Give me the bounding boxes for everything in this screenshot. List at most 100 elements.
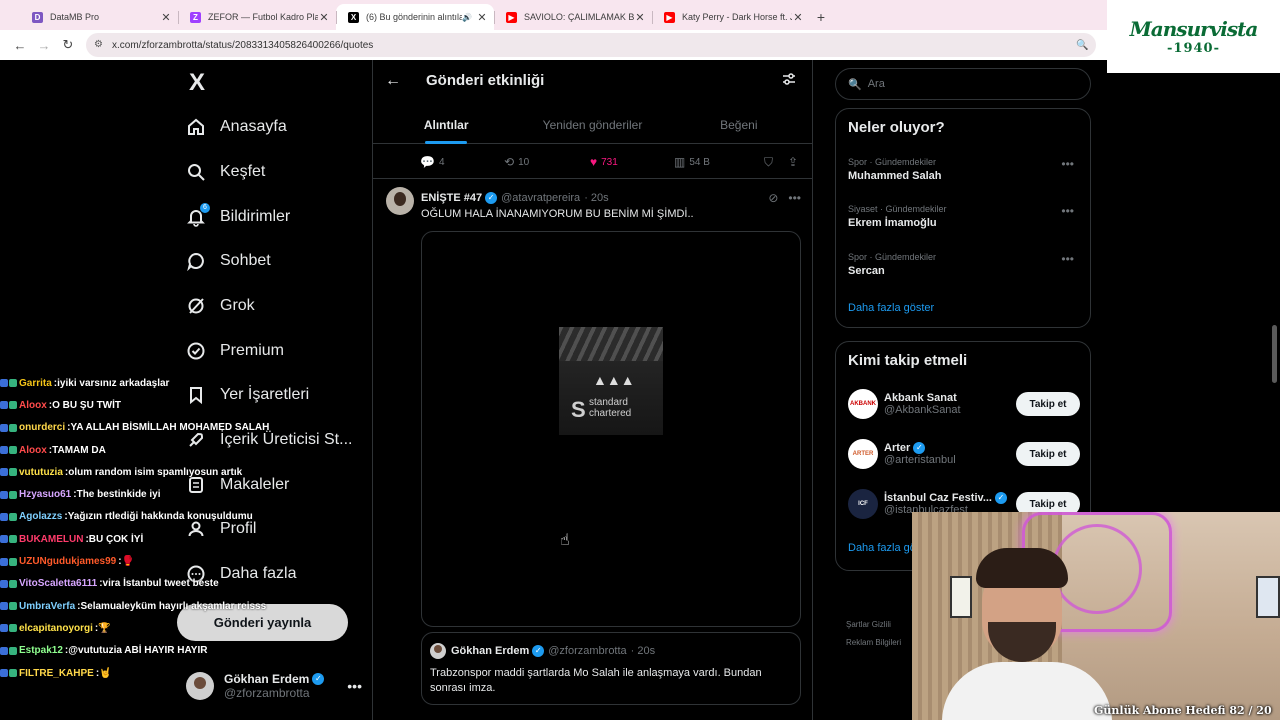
- chat-username: UmbraVerfa: [19, 600, 76, 612]
- verified-icon: ✓: [913, 442, 926, 454]
- show-more-link[interactable]: Daha fazla gö: [848, 542, 916, 554]
- repost-action[interactable]: ⟲ 10: [504, 155, 590, 169]
- nav-item-notifications[interactable]: 6 Bildirimler: [186, 202, 290, 232]
- post-author-handle[interactable]: @atavratpereira: [501, 192, 580, 204]
- follow-suggestion[interactable]: AKBANK Akbank Sanat @AkbankSanat Takip e…: [848, 384, 1080, 424]
- reply-action[interactable]: 💬 4: [420, 155, 504, 169]
- bookmark-action[interactable]: ⛉: [764, 155, 788, 170]
- close-tab-icon[interactable]: ✕: [160, 11, 172, 24]
- like-action[interactable]: ♥ 731: [590, 155, 674, 169]
- forward-arrow-icon[interactable]: →: [32, 33, 56, 57]
- tab-likes[interactable]: Beğeni: [666, 106, 812, 144]
- avatar: AKBANK: [848, 389, 878, 419]
- divider: [373, 178, 812, 179]
- chat-text: YA ALLAH BİSMİLLAH MOHAMED SALAH: [70, 422, 270, 434]
- quoted-post[interactable]: Gökhan Erdem ✓ @zforzambrotta · 20s Trab…: [421, 632, 801, 705]
- badge-icon: [0, 446, 8, 455]
- more-dots-icon[interactable]: •••: [1061, 204, 1074, 218]
- badge-icon: [9, 557, 17, 566]
- tab-quotes[interactable]: Alıntılar: [373, 106, 519, 144]
- back-arrow-icon[interactable]: ←: [8, 33, 32, 57]
- more-dots-icon[interactable]: •••: [1061, 157, 1074, 171]
- chat-username: onurderci: [19, 422, 66, 434]
- avatar: [430, 643, 446, 659]
- close-tab-icon[interactable]: ✕: [318, 11, 330, 24]
- post-time: · 20s: [584, 192, 609, 204]
- more-dots-icon[interactable]: •••: [347, 678, 362, 694]
- avatar[interactable]: [386, 187, 414, 215]
- post-author-name[interactable]: ENİŞTE #47: [421, 192, 482, 204]
- nav-item-explore[interactable]: Keşfet: [186, 157, 265, 187]
- webcam-overlay: Günlük Abone Hedefi 82 / 20: [912, 512, 1280, 720]
- browser-tab-youtube-katy[interactable]: ▶ Katy Perry - Dark Horse ft. Juicy ✕: [652, 4, 810, 30]
- nav-item-chat[interactable]: Sohbet: [186, 246, 271, 276]
- nav-item-grok[interactable]: Grok: [186, 291, 255, 321]
- footer-link[interactable]: Şartlar Gizlili: [846, 616, 901, 634]
- chat-badge-icon: [0, 468, 17, 477]
- zefor-favicon-icon: Z: [190, 11, 201, 23]
- suggestion-name-row: Arter ✓: [884, 442, 956, 454]
- scrollbar-thumb[interactable]: [1272, 325, 1277, 383]
- verified-icon: ✓: [532, 645, 545, 657]
- share-action[interactable]: ⇪: [788, 155, 798, 169]
- x-logo-icon[interactable]: X: [184, 69, 210, 96]
- wall-frame: [1256, 576, 1280, 618]
- footer-link[interactable]: Reklam Bilgileri: [846, 634, 901, 652]
- like-count: 731: [601, 156, 618, 168]
- column-divider: [812, 60, 813, 720]
- chat-text: BU ÇOK İYİ: [88, 533, 144, 545]
- adidas-logo-icon: ▲▲▲: [593, 372, 635, 388]
- badge-icon: [9, 535, 17, 544]
- close-tab-icon[interactable]: ✕: [476, 11, 488, 24]
- chat-message: Garrita: iyiki varsınız arkadaşlar: [0, 372, 240, 394]
- reload-icon[interactable]: ↻: [56, 33, 80, 57]
- chat-badge-icon: [0, 669, 17, 677]
- suggestion-name: Arter: [884, 442, 911, 454]
- follow-suggestion[interactable]: ARTER Arter ✓ @arteristanbul Takip et: [848, 434, 1080, 474]
- filter-settings-icon[interactable]: [782, 72, 796, 89]
- share-icon: ⇪: [788, 155, 799, 169]
- nav-item-premium[interactable]: Premium: [186, 336, 284, 366]
- address-bar[interactable]: ⚙ x.com/zforzambrotta/status/20833134058…: [86, 33, 1096, 57]
- trend-item[interactable]: Spor · Gündemdekiler Muhammed Salah •••: [848, 157, 1080, 182]
- views-action[interactable]: ▥ 54 B: [674, 155, 764, 169]
- show-more-link[interactable]: Daha fazla göster: [848, 302, 934, 314]
- chat-badge-icon: [0, 401, 17, 410]
- nav-label: Sohbet: [220, 252, 271, 269]
- browser-tab-x-quotes[interactable]: X (6) Bu gönderinin alıntılama 🔊 ✕: [336, 4, 494, 30]
- close-tab-icon[interactable]: ✕: [634, 11, 646, 24]
- badge-icon: [0, 401, 8, 410]
- new-tab-button[interactable]: +: [810, 4, 832, 30]
- chat-text: 🥊: [121, 556, 135, 568]
- trend-item[interactable]: Spor · Gündemdekiler Sercan •••: [848, 252, 1080, 277]
- browser-tab-datamb[interactable]: D DataMB Pro ✕: [20, 4, 178, 30]
- browser-tab-youtube-saviolo[interactable]: ▶ SAVIOLO: ÇALIMLAMAK BENİM ✕: [494, 4, 652, 30]
- search-input[interactable]: 🔍 Ara: [835, 68, 1091, 100]
- url-text[interactable]: x.com/zforzambrotta/status/2083313405826…: [112, 40, 1076, 51]
- subscriber-goal-text: Günlük Abone Hedefi 82 / 20: [1094, 704, 1272, 717]
- trend-item[interactable]: Siyaset · Gündemdekiler Ekrem İmamoğlu •…: [848, 204, 1080, 229]
- post-header-icons: ⊘ •••: [768, 191, 801, 205]
- nav-item-home[interactable]: Anasayfa: [186, 112, 287, 142]
- post-media-image[interactable]: ▲▲▲ S standard chartered: [421, 231, 801, 627]
- badge-icon: [0, 557, 8, 566]
- trend-category: Spor · Gündemdekiler: [848, 252, 937, 262]
- follow-button[interactable]: Takip et: [1016, 392, 1080, 416]
- chat-badge-icon: [0, 512, 17, 521]
- close-tab-icon[interactable]: ✕: [792, 11, 804, 24]
- more-dots-icon[interactable]: •••: [788, 191, 801, 205]
- tab-title: ZEFOR — Futbol Kadro Planlam: [208, 12, 318, 22]
- speaker-icon[interactable]: 🔊: [462, 13, 472, 22]
- back-arrow-icon[interactable]: ←: [385, 72, 401, 90]
- browser-tab-zefor[interactable]: Z ZEFOR — Futbol Kadro Planlam ✕: [178, 4, 336, 30]
- verified-icon: ✓: [485, 192, 498, 204]
- tab-reposts[interactable]: Yeniden gönderiler: [519, 106, 665, 144]
- zoom-icon[interactable]: 🔍: [1076, 40, 1096, 51]
- more-dots-icon[interactable]: •••: [1061, 252, 1074, 266]
- stream-chat-overlay: Garrita: iyiki varsınız arkadaşlar Aloox:…: [0, 372, 269, 684]
- follow-button[interactable]: Takip et: [1016, 442, 1080, 466]
- site-info-icon[interactable]: ⚙: [94, 39, 106, 51]
- quoted-author-handle: @zforzambrotta: [548, 645, 627, 657]
- jersey-pattern: [559, 327, 663, 361]
- grok-icon[interactable]: ⊘: [768, 191, 778, 205]
